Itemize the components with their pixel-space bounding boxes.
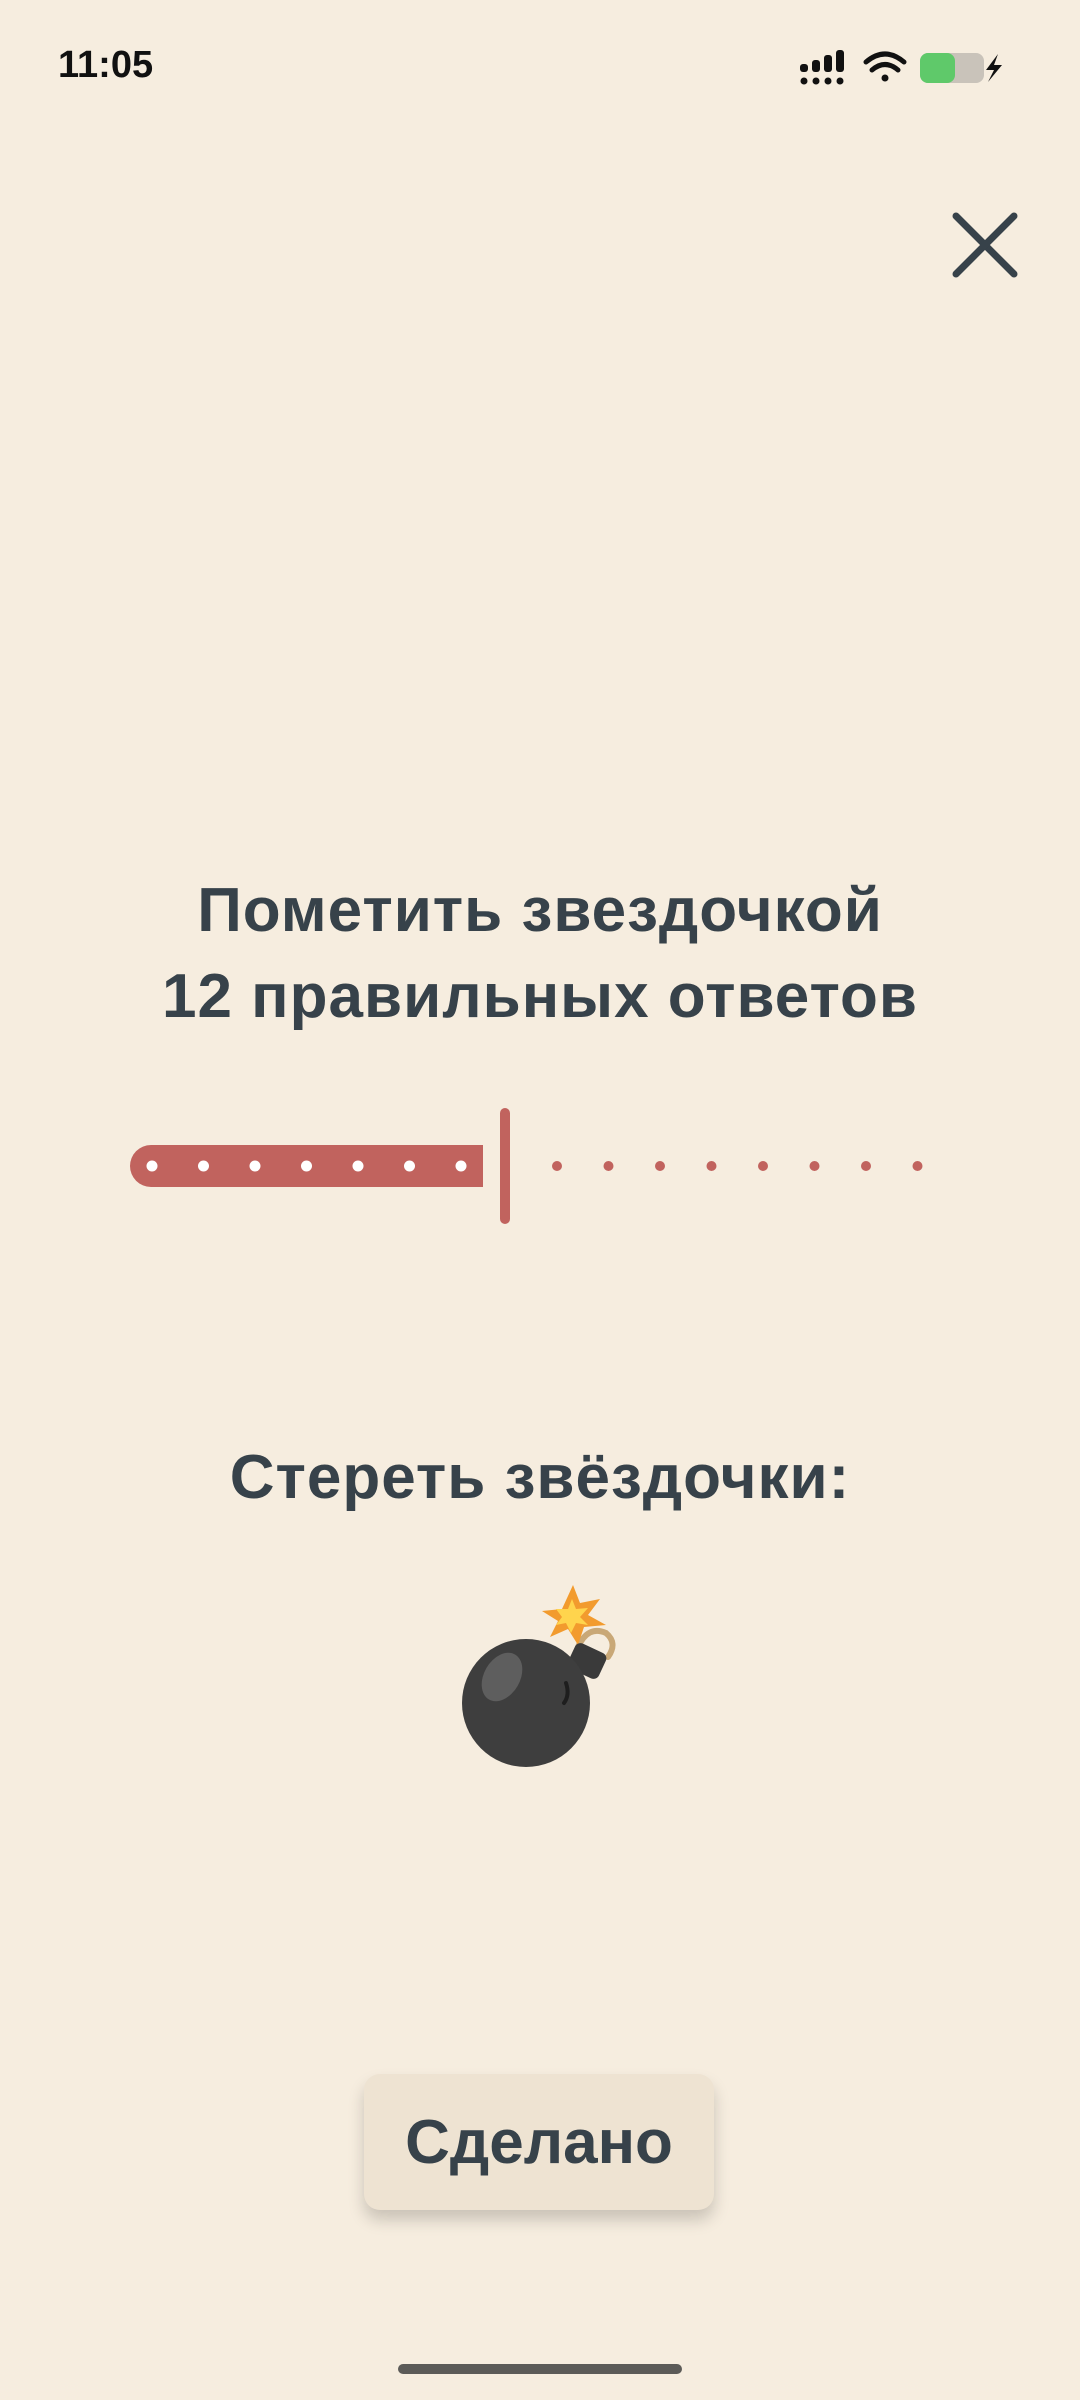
close-button[interactable]: [940, 200, 1030, 290]
slider-step-dot[interactable]: [912, 1161, 923, 1171]
status-icons: [800, 48, 1010, 88]
close-icon: [952, 212, 1018, 278]
slider-step-dot-selected[interactable]: [301, 1160, 312, 1172]
slider-step-dot-selected[interactable]: [198, 1160, 209, 1172]
slider-step-dot-selected[interactable]: [146, 1160, 158, 1172]
battery-charging-icon: [920, 53, 1002, 83]
slider-step-dot[interactable]: [758, 1161, 768, 1171]
status-time: 11:05: [58, 44, 154, 86]
slider-step-dot[interactable]: [861, 1161, 871, 1171]
title-line-2: 12 правильных ответов: [161, 962, 918, 1031]
slider-step-dot-selected[interactable]: [404, 1160, 415, 1172]
home-indicator: [398, 2364, 682, 2374]
slider-step-dot[interactable]: [552, 1161, 562, 1171]
status-bar: 11:05: [0, 0, 1080, 130]
slider-step-dot-selected[interactable]: [455, 1160, 467, 1172]
slider-step-dot[interactable]: [809, 1161, 820, 1171]
slider-step-dot[interactable]: [603, 1161, 614, 1171]
done-button[interactable]: Сделано: [364, 2074, 714, 2210]
done-button-label: Сделано: [405, 2107, 673, 2177]
erase-stars-button[interactable]: [458, 1585, 628, 1770]
bomb-icon: [462, 1585, 616, 1767]
slider-step-dot[interactable]: [706, 1161, 717, 1171]
star-count-slider[interactable]: [120, 1100, 960, 1230]
cellular-signal-icon: [800, 50, 844, 85]
slider-step-dot[interactable]: [655, 1161, 665, 1171]
slider-step-dot-selected[interactable]: [352, 1160, 364, 1172]
wifi-icon: [863, 51, 907, 82]
page-title: Пометить звездочкой 12 правильных ответо…: [0, 868, 1080, 1040]
slider-step-dot-selected[interactable]: [249, 1160, 261, 1172]
title-line-1: Пометить звездочкой: [197, 876, 883, 945]
slider-thumb[interactable]: [500, 1108, 510, 1224]
erase-stars-label: Стереть звёздочки:: [229, 1443, 851, 1512]
